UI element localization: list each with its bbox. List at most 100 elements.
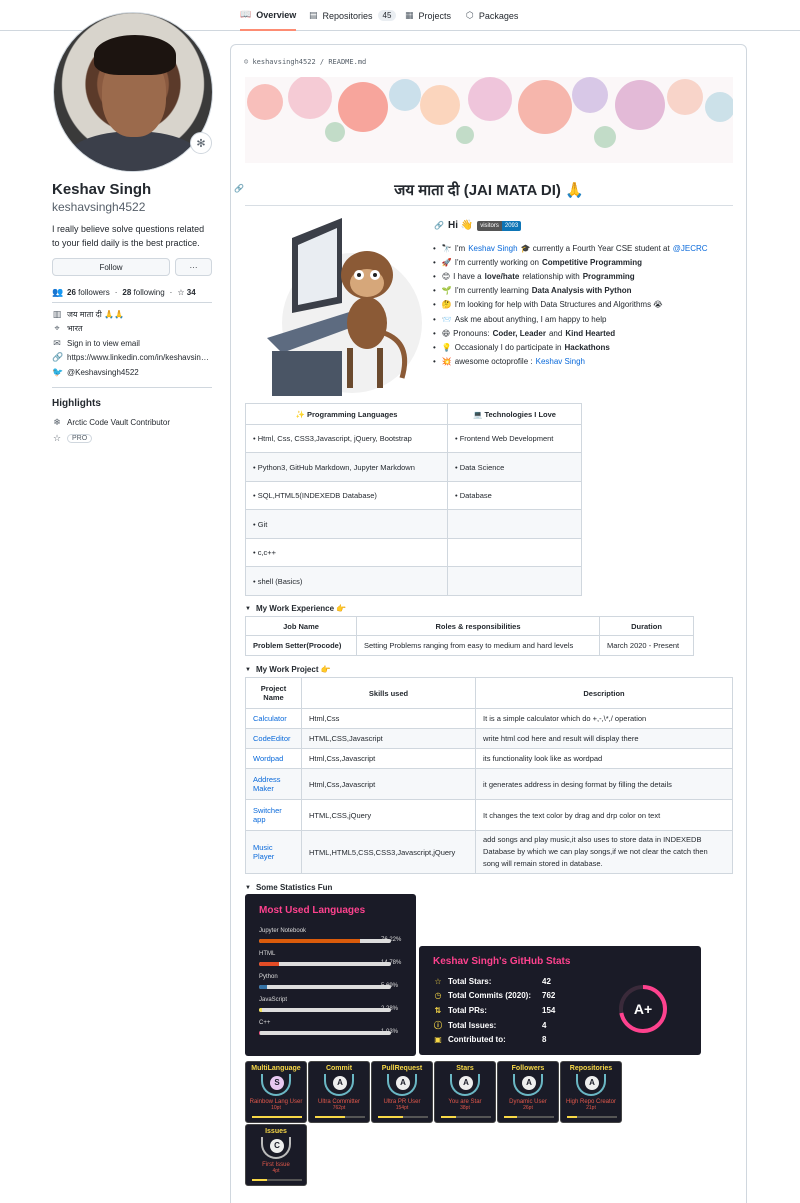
trophy-icon: A [513, 1074, 543, 1098]
project-link[interactable]: Wordpad [253, 754, 283, 763]
table-header: 💻 Technologies I Love [447, 403, 582, 425]
trophy-followers: Followers A Dynamic User 26pt [497, 1061, 559, 1123]
list-item: 😄Pronouns: Coder, Leader and Kind Hearte… [433, 326, 733, 340]
table-cell: • Database [447, 481, 582, 510]
location: ⌖ भारत [52, 323, 82, 334]
lang-bar-fill [259, 1031, 261, 1035]
project-link[interactable]: Calculator [253, 714, 287, 723]
list-item: 💡Occasionaly I do participate in Hackath… [433, 340, 733, 354]
table-cell: • Git [245, 509, 448, 539]
table-cell: Setting Problems ranging from easy to me… [356, 635, 600, 656]
tab-overview[interactable]: 📖 Overview [240, 0, 297, 31]
anchor-link-icon[interactable]: 🔗 [234, 184, 244, 193]
stat-row: ⇅ Total PRs: 154 [434, 1006, 556, 1015]
table-cell: • Frontend Web Development [447, 424, 582, 453]
stat-row: ☆ Total Stars: 42 [434, 977, 551, 986]
pull-request-icon: ⇅ [434, 1006, 442, 1015]
trophy-icon: A [450, 1074, 480, 1098]
twitter[interactable]: 🐦 @Keshavsingh4522 [52, 367, 139, 378]
profile-name: Keshav Singh [52, 181, 152, 198]
highlight-arctic[interactable]: ❄ Arctic Code Vault Contributor [52, 417, 170, 428]
project-link[interactable]: Music Player [253, 843, 274, 861]
github-stats-title: Keshav Singh's GitHub Stats [433, 956, 571, 967]
experience-summary[interactable]: ▼ My Work Experience 👉 [245, 604, 346, 613]
table-cell: It is a simple calculator which do +,-,\… [475, 708, 733, 729]
avatar[interactable] [53, 12, 213, 172]
status-emoji-button[interactable]: ✻ [190, 132, 212, 154]
table-cell: Html,Css,Javascript [301, 748, 476, 769]
stat-row: ⓘ Total Issues: 4 [434, 1021, 547, 1030]
tab-projects[interactable]: ▦ Projects [405, 0, 451, 31]
triangle-down-icon: ▼ [245, 666, 251, 673]
star-icon: ☆ [52, 433, 62, 443]
link-icon: 🔗 [434, 221, 444, 230]
table-cell: • Data Science [447, 452, 582, 482]
trophy-commit: Commit A Ultra Committer 762pt [308, 1061, 370, 1123]
table-cell: Problem Setter(Procode) [245, 635, 357, 656]
repositories-count: 45 [377, 10, 397, 21]
building-icon: ▥ [52, 309, 62, 319]
table-cell: • Python3, GitHub Markdown, Jupyter Mark… [245, 452, 448, 482]
tab-repositories[interactable]: ▤ Repositories 45 [309, 0, 397, 31]
company: ▥ जय माता दी 🙏🙏 [52, 309, 124, 319]
list-item: 😊I have a love/hate relationship with Pr… [433, 269, 733, 283]
clock-icon: ◷ [434, 991, 442, 1000]
table-cell: it generates address in desing format by… [475, 768, 733, 800]
octoprofile-link[interactable]: Keshav Singh [536, 357, 585, 366]
table-cell: Html,Css,Javascript [301, 768, 476, 800]
tab-packages[interactable]: ⬡ Packages [466, 0, 518, 31]
repo-icon: ▤ [309, 10, 318, 20]
issue-icon: ⓘ [434, 1021, 442, 1030]
book-icon: 📖 [240, 9, 252, 19]
table-header: Description [475, 677, 733, 709]
readme-breadcrumb: ☺ keshavsingh4522 / README.md [244, 58, 367, 66]
project-link[interactable]: Address Maker [253, 775, 281, 793]
triangle-down-icon: ▼ [245, 884, 251, 891]
email[interactable]: ✉ Sign in to view email [52, 338, 140, 349]
list-item: 🤔I'm looking for help with Data Structur… [433, 298, 733, 312]
trophy-stars: Stars A You are Star 38pt [434, 1061, 496, 1123]
website[interactable]: 🔗 https://www.linkedin.com/in/keshavsin… [52, 352, 212, 363]
snowflake-icon: ❄ [53, 417, 61, 427]
stats-summary[interactable]: ▼ Some Statistics Fun [245, 883, 332, 892]
table-header: ✨ Programming Languages [245, 403, 448, 425]
about-list: 🔭I'm Keshav Singh 🎓 currently a Fourth Y… [433, 241, 733, 369]
profile-link[interactable]: Keshav Singh [468, 244, 517, 253]
table-cell: write html cod here and result will disp… [475, 728, 733, 749]
rank-ring: A+ [619, 985, 667, 1033]
mail-icon: ✉ [53, 338, 61, 348]
more-options-button[interactable]: ··· [175, 258, 212, 276]
projects-summary[interactable]: ▼ My Work Project 👉 [245, 665, 331, 674]
trophy-issues: Issues C First Issue 4pt [245, 1124, 307, 1186]
table-cell: • SQL,HTML5(INDEXEDB Database) [245, 481, 448, 510]
people-icon: 👥 [52, 287, 64, 297]
project-link[interactable]: Switcher app [253, 806, 282, 824]
star-icon: ☆ [434, 977, 442, 986]
trophy-icon: A [387, 1074, 417, 1098]
divider [52, 302, 212, 303]
table-header: Job Name [245, 616, 357, 636]
table-cell: • shell (Basics) [245, 566, 448, 596]
table-cell: Html,Css [301, 708, 476, 729]
project-link[interactable]: CodeEditor [253, 734, 291, 743]
follow-button[interactable]: Follow [52, 258, 170, 276]
jecrc-link[interactable]: @JECRC [673, 244, 708, 253]
followers-link[interactable]: 26 followers [67, 288, 110, 297]
table-header: Skills used [301, 677, 476, 709]
lang-bar-fill [259, 1008, 262, 1012]
table-cell: • Html, Css, CSS3,Javascript, jQuery, Bo… [245, 424, 448, 453]
table-cell [447, 566, 582, 596]
stars-link[interactable]: ☆ 34 [177, 288, 195, 297]
smiley-icon: ☺ [244, 58, 249, 66]
list-item: 🌱I'm currently learning Data Analysis wi… [433, 284, 733, 298]
readme-title: जय माता दी (JAI MATA DI) 🙏 [394, 182, 584, 199]
top-languages-card: Most Used Languages Jupyter Notebook 76.2… [245, 894, 416, 1056]
follow-stats: 👥 26 followers · 28 following · ☆ 34 [52, 287, 196, 297]
lang-row: JavaScript 2.28% [259, 997, 399, 1012]
trophy-icon: A [324, 1074, 354, 1098]
following-link[interactable]: 28 following [122, 288, 164, 297]
package-icon: ⬡ [466, 10, 474, 20]
table-cell: add songs and play music,it also uses to… [475, 830, 733, 874]
visitors-badge: visitors 2093 [477, 220, 522, 231]
profile-bio: I really believe solve questions related… [52, 224, 205, 248]
